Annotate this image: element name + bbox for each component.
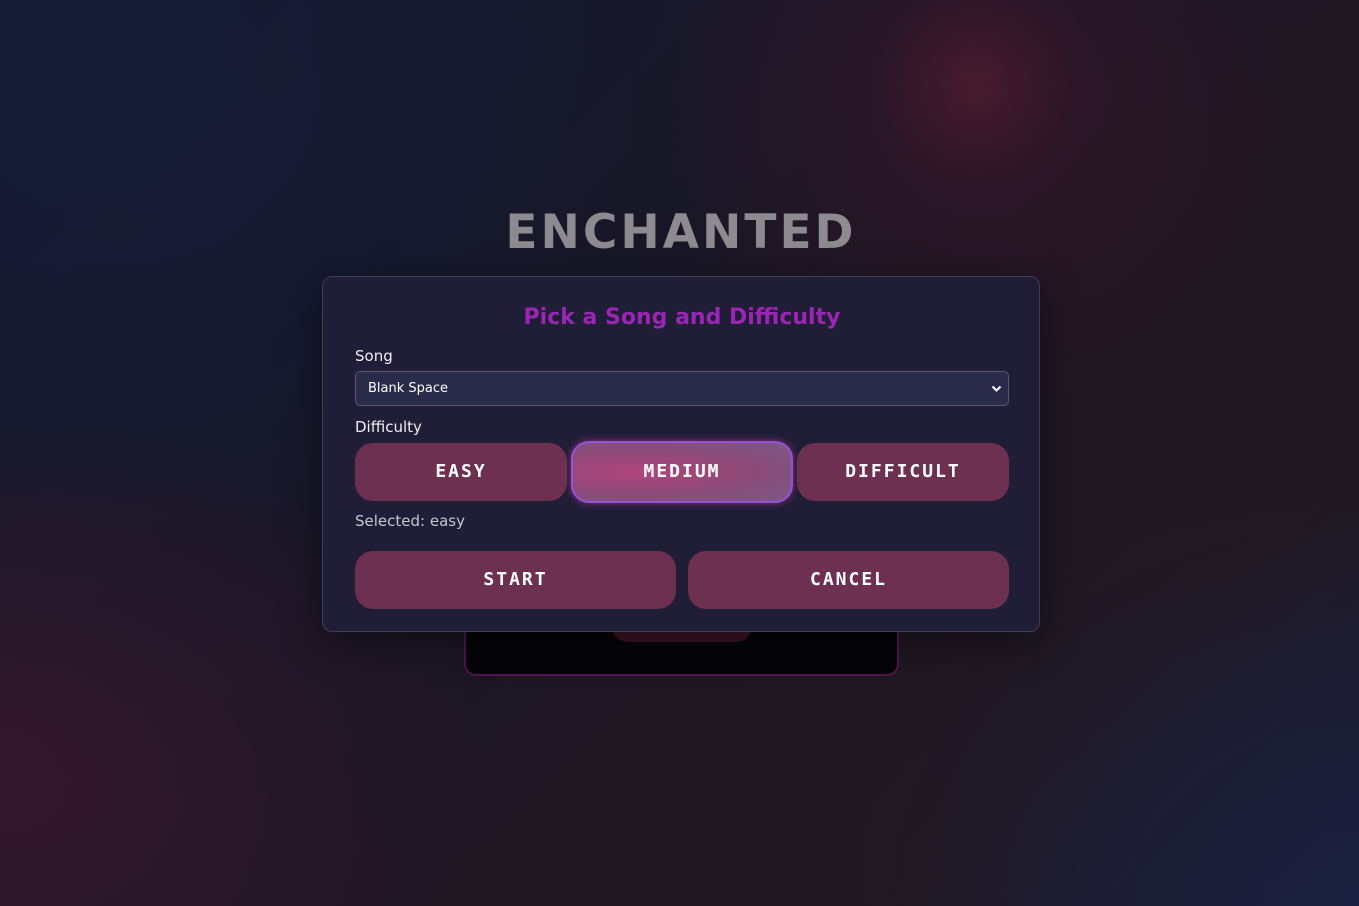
cancel-button[interactable]: cancel xyxy=(688,551,1009,609)
dialog-title: Pick a Song and Difficulty xyxy=(523,305,841,330)
difficulty-label: Difficulty xyxy=(355,418,422,436)
song-select-value: Blank Space xyxy=(368,381,449,396)
song-label: Song xyxy=(355,347,393,365)
difficulty-medium-button[interactable]: medium xyxy=(571,441,793,503)
enchanted-logo: ENCHANTED xyxy=(505,205,857,260)
difficulty-difficult-button[interactable]: difficult xyxy=(797,443,1009,501)
difficulty-easy-button[interactable]: easy xyxy=(355,443,567,501)
start-button[interactable]: start xyxy=(355,551,676,609)
song-select[interactable]: Blank Space xyxy=(355,371,1009,406)
selected-difficulty-text: Selected: easy xyxy=(355,512,465,530)
chevron-down-icon xyxy=(991,372,1002,405)
song-difficulty-dialog: Pick a Song and Difficulty Song Blank Sp… xyxy=(322,276,1040,632)
